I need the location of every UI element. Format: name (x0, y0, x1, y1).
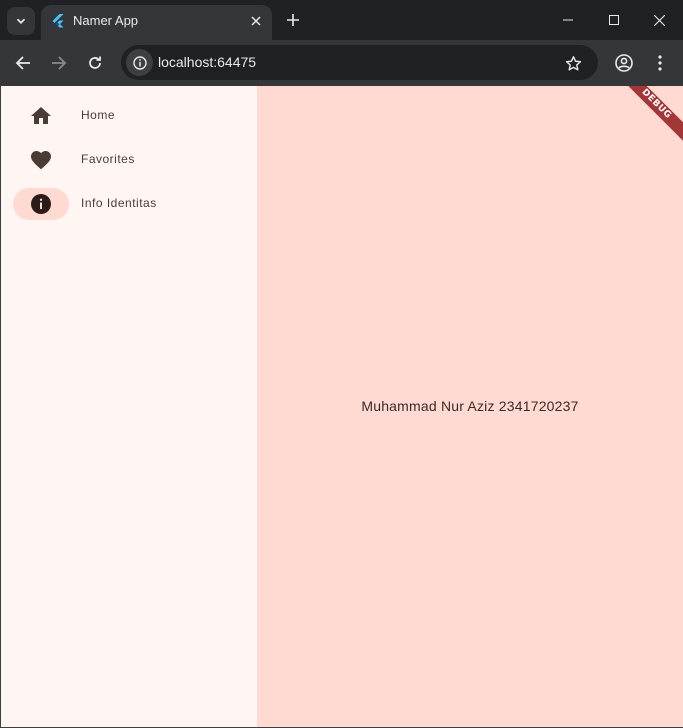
close-icon (251, 16, 261, 26)
arrow-right-icon (52, 56, 67, 70)
close-window-button[interactable] (636, 0, 682, 40)
minimize-icon (563, 19, 573, 21)
tab-strip: Namer App (0, 0, 683, 40)
profile-button[interactable] (610, 49, 638, 77)
url-text[interactable]: localhost:64475 (158, 54, 256, 70)
new-tab-button[interactable] (282, 9, 304, 31)
tab-title: Namer App (73, 13, 139, 28)
tab-search-button[interactable] (7, 7, 35, 35)
nav-item-info-identitas[interactable]: Info Identitas (1, 182, 257, 226)
account-circle-icon (615, 54, 633, 72)
tab-close-button[interactable] (246, 11, 266, 31)
arrow-left-icon (15, 56, 30, 70)
bookmark-button[interactable] (562, 52, 584, 74)
more-vertical-icon (658, 55, 662, 71)
flutter-logo-icon (52, 14, 64, 28)
plus-icon (287, 14, 299, 26)
favorite-icon (31, 151, 51, 170)
address-bar[interactable]: localhost:64475 (121, 45, 598, 80)
main-content: Muhammad Nur Aziz 2341720237 (257, 86, 683, 727)
nav-item-favorites[interactable]: Favorites (1, 138, 257, 182)
info-outline-icon (132, 55, 147, 70)
app-viewport: Home Favorites Info Identitas Muhammad N… (1, 86, 683, 727)
nav-label: Favorites (81, 152, 135, 166)
home-icon (31, 107, 51, 124)
reload-button[interactable] (81, 49, 109, 77)
close-icon (653, 14, 665, 26)
maximize-icon (609, 15, 619, 25)
minimize-button[interactable] (545, 0, 591, 40)
window-border (0, 86, 1, 728)
menu-button[interactable] (646, 49, 674, 77)
browser-toolbar: localhost:64475 (0, 40, 683, 86)
maximize-button[interactable] (591, 0, 637, 40)
browser-tab[interactable]: Namer App (41, 5, 272, 40)
site-info-button[interactable] (126, 49, 153, 76)
identity-text: Muhammad Nur Aziz 2341720237 (361, 398, 579, 414)
navigation-rail: Home Favorites Info Identitas (1, 86, 257, 727)
back-button[interactable] (9, 49, 37, 77)
nav-item-home[interactable]: Home (1, 94, 257, 138)
nav-label: Home (81, 108, 116, 122)
star-outline-icon (565, 55, 581, 71)
info-icon (31, 194, 51, 214)
forward-button[interactable] (45, 49, 73, 77)
reload-icon (89, 56, 101, 69)
chevron-down-icon (16, 18, 26, 24)
nav-label: Info Identitas (81, 196, 157, 210)
